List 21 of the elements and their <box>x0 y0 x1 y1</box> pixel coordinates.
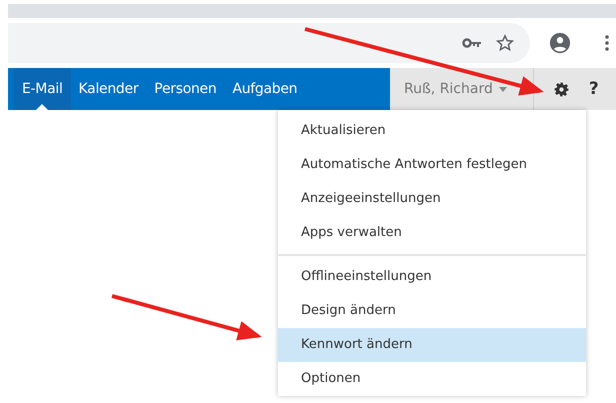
profile-icon[interactable] <box>549 32 571 54</box>
caret-icon[interactable] <box>498 86 507 92</box>
key-icon[interactable] <box>462 38 482 48</box>
user-name[interactable]: Ruß, Richard <box>404 81 493 97</box>
settings-icon[interactable] <box>554 82 569 96</box>
nav-tab[interactable]: Aufgaben <box>224 68 306 110</box>
menu-item[interactable]: Aktualisieren <box>278 114 586 148</box>
menu-item[interactable]: Design ändern <box>278 294 586 328</box>
help-button[interactable]: ? <box>588 79 599 99</box>
nav-tab[interactable]: Kalender <box>70 68 146 110</box>
menu-item[interactable]: Kennwort ändern <box>278 328 586 362</box>
nav-tab[interactable]: E-Mail <box>14 68 71 110</box>
star-icon[interactable] <box>496 34 514 52</box>
menu-item[interactable]: Automatische Antworten festlegen <box>278 148 586 182</box>
menu-item[interactable]: Apps verwalten <box>278 216 586 250</box>
menu-item[interactable]: Offlineeinstellungen <box>278 260 586 294</box>
menu-item[interactable]: Optionen <box>278 362 586 396</box>
nav-tab[interactable]: Personen <box>146 68 224 110</box>
more-menu-icon[interactable] <box>605 35 609 51</box>
menu-item[interactable]: Anzeigeeinstellungen <box>278 182 586 216</box>
address-bar[interactable] <box>8 23 530 63</box>
